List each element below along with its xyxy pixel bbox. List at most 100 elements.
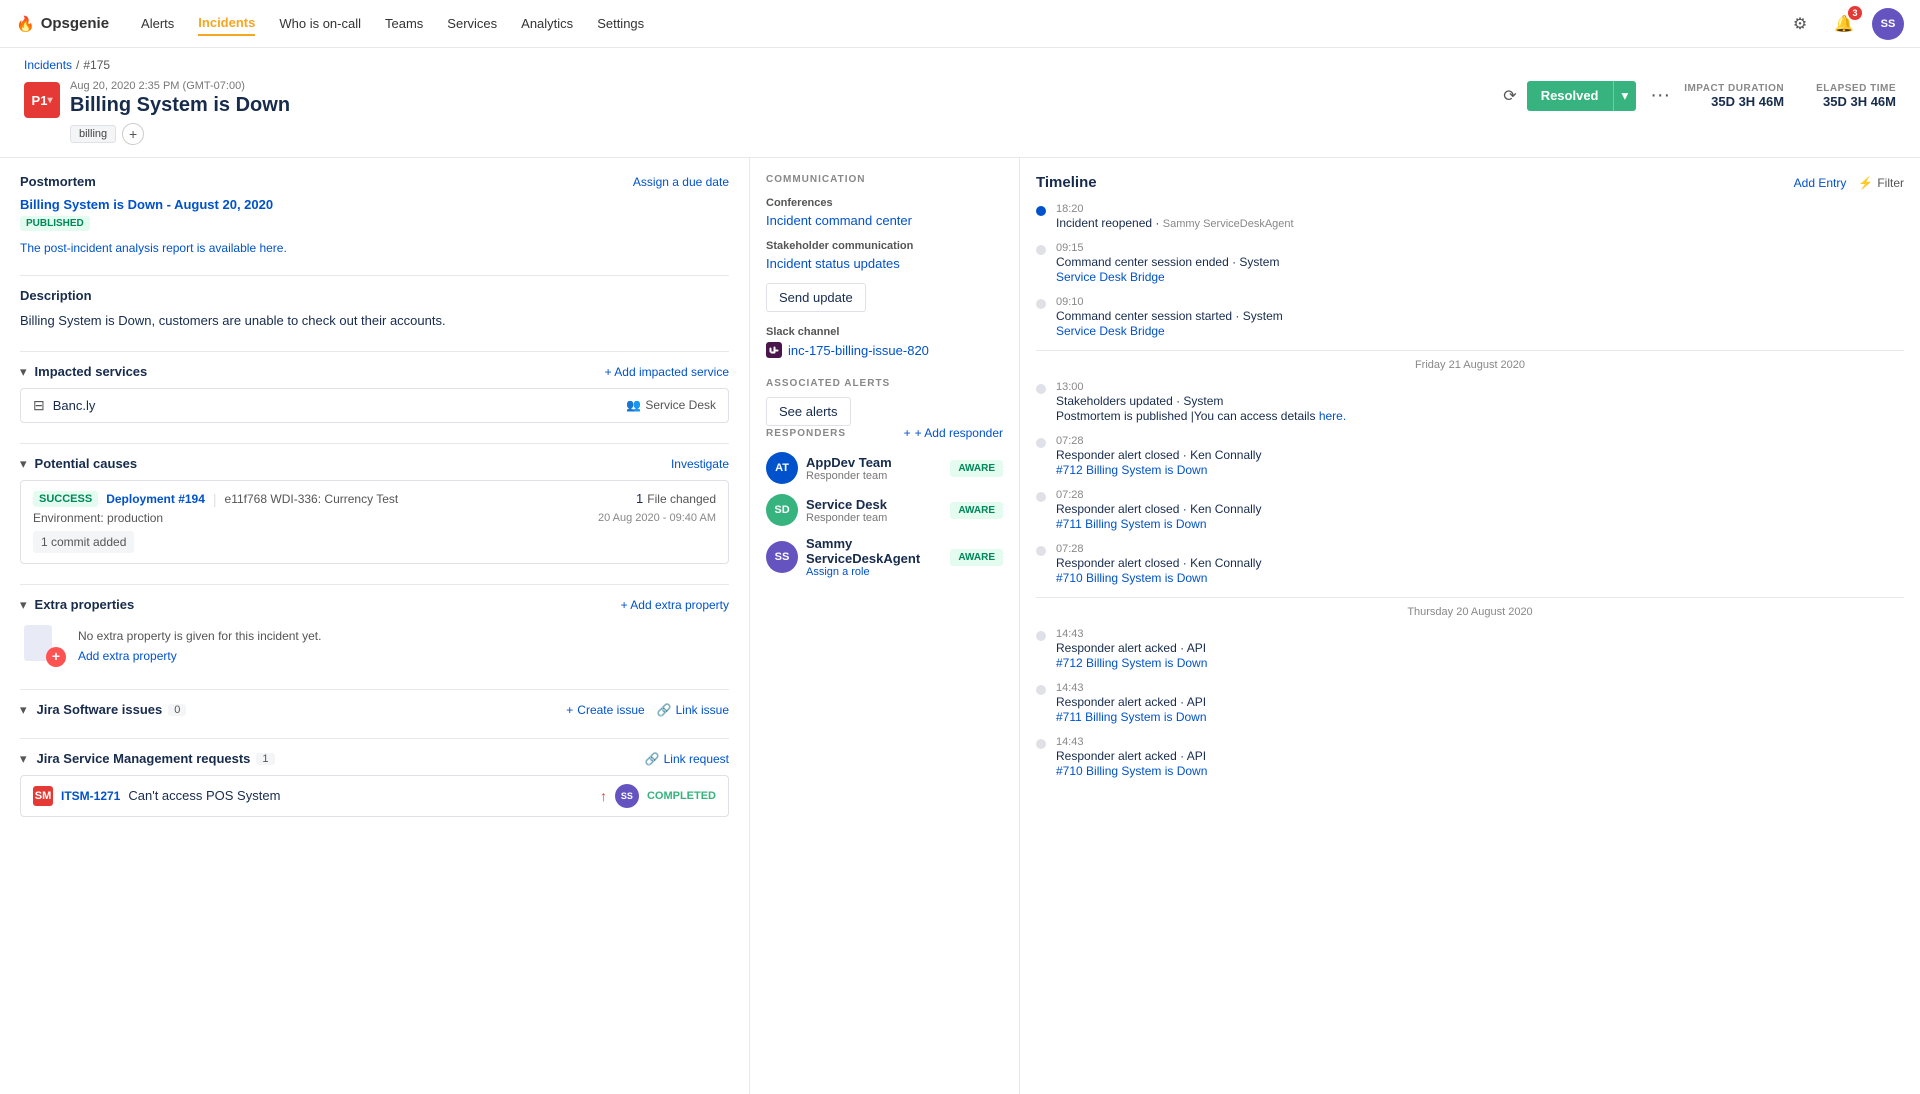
app-logo[interactable]: 🔥 Opsgenie [16,15,109,33]
responder-role-0: Responder team [806,470,892,482]
timeline-desc-8: Responder alert acked · API [1056,695,1904,709]
responder-name-1: Service Desk [806,497,887,512]
extra-prop-empty: + No extra property is given for this in… [20,621,729,669]
breadcrumb: Incidents / #175 [0,48,1920,76]
jira-mgmt-item: SM ITSM-1271 Can't access POS System ↑ S… [20,775,729,817]
date-divider-thu: Thursday 20 August 2020 [1036,597,1904,618]
responder-avatar-0: AT [766,452,798,484]
extra-properties-expand-icon[interactable]: ▾ [20,597,27,613]
jira-item-avatar: SS [615,784,639,808]
jira-mgmt-expand-icon[interactable]: ▾ [20,751,27,767]
resolved-button[interactable]: Resolved [1527,81,1613,111]
add-prop-link[interactable]: Add extra property [78,649,177,663]
filter-icon: ⚡ [1858,176,1873,190]
see-alerts-button[interactable]: See alerts [766,397,851,426]
cause-commit-hash: e11f768 [225,492,268,506]
priority-up-icon: ↑ [600,788,607,804]
timeline-desc-7: Responder alert acked · API [1056,641,1904,655]
add-impacted-service-link[interactable]: + Add impacted service [605,365,729,379]
postmortem-here-link[interactable]: here. [1319,409,1346,423]
cause-deployment-link[interactable]: Deployment #194 [106,492,205,506]
timeline-link-711[interactable]: #711 Billing System is Down [1056,517,1207,531]
create-issue-button[interactable]: + Create issue [566,703,644,717]
jira-expand-icon[interactable]: ▾ [20,702,27,718]
timeline-link-1[interactable]: Service Desk Bridge [1056,270,1165,284]
timeline-link-ack-710[interactable]: #710 Billing System is Down [1056,764,1207,778]
cause-desc: e11f768 WDI-336: Currency Test [225,492,399,506]
impacted-services-title: Impacted services [35,364,148,379]
incident-title: Billing System is Down [70,94,290,117]
assign-due-date-link[interactable]: Assign a due date [633,175,729,189]
extra-prop-text-block: No extra property is given for this inci… [78,621,321,663]
timeline-dot-9 [1036,739,1046,749]
potential-causes-expand-icon[interactable]: ▾ [20,456,27,472]
slack-channel-name: inc-175-billing-issue-820 [788,343,929,358]
divider-3 [20,443,729,444]
incident-command-center-link[interactable]: Incident command center [766,213,1003,228]
responder-name-0: AppDev Team [806,455,892,470]
potential-causes-section: ▾ Potential causes Investigate SUCCESS D… [20,456,729,564]
header-meta-row: IMPACT DURATION 35D 3H 46M ELAPSED TIME … [1684,83,1896,109]
completed-badge: COMPLETED [647,790,716,802]
investigate-link[interactable]: Investigate [671,457,729,471]
timeline-time-9: 14:43 [1056,736,1904,748]
send-update-button[interactable]: Send update [766,283,866,312]
nav-analytics[interactable]: Analytics [521,12,573,35]
timeline-link-712[interactable]: #712 Billing System is Down [1056,463,1207,477]
timeline-content-5: 07:28 Responder alert closed · Ken Conna… [1056,489,1904,531]
slack-channel[interactable]: inc-175-billing-issue-820 [766,342,1003,358]
service-desk: 👥 Service Desk [626,398,716,412]
timeline-desc-3: Stakeholders updated · System [1056,394,1904,408]
postmortem-note[interactable]: The post-incident analysis report is ava… [20,241,729,255]
breadcrumb-incidents[interactable]: Incidents [24,58,72,72]
priority-badge[interactable]: P1 ▾ [24,82,60,118]
postmortem-link[interactable]: Billing System is Down - August 20, 2020 [20,197,273,212]
add-extra-property-link[interactable]: + Add extra property [621,598,729,612]
add-entry-button[interactable]: Add Entry [1794,176,1847,190]
link-request-button[interactable]: 🔗 Link request [645,752,729,766]
postmortem-published-note: Postmortem is published |You can access … [1056,409,1904,423]
nav-services[interactable]: Services [447,12,497,35]
responder-avatar-2: SS [766,541,798,573]
add-tag-button[interactable]: + [122,123,144,145]
jira-item-id[interactable]: ITSM-1271 [61,789,120,803]
timeline-link-710[interactable]: #710 Billing System is Down [1056,571,1207,585]
notification-area: 🔔 3 [1828,8,1860,40]
timeline-content-8: 14:43 Responder alert acked · API #711 B… [1056,682,1904,724]
more-options-button[interactable]: ··· [1646,80,1674,111]
timeline-title: Timeline [1036,174,1097,191]
user-avatar[interactable]: SS [1872,8,1904,40]
timeline-link-ack-712[interactable]: #712 Billing System is Down [1056,656,1207,670]
nav-teams[interactable]: Teams [385,12,423,35]
timeline-content-6: 07:28 Responder alert closed · Ken Conna… [1056,543,1904,585]
logo-icon: 🔥 [16,15,35,33]
description-title: Description [20,288,92,303]
filter-button[interactable]: ⚡ Filter [1858,176,1904,190]
nav-settings[interactable]: Settings [597,12,644,35]
resolved-dropdown-button[interactable]: ▾ [1613,81,1637,111]
search-button[interactable]: ⚙ [1784,8,1816,40]
timeline-dot-7 [1036,631,1046,641]
timeline-content-4: 07:28 Responder alert closed · Ken Conna… [1056,435,1904,477]
nav-incidents[interactable]: Incidents [198,11,255,36]
incident-tag-billing[interactable]: billing [70,125,116,143]
refresh-icon[interactable]: ⟳ [1503,86,1516,106]
slack-icon [766,342,782,358]
nav-who-oncall[interactable]: Who is on-call [279,12,361,35]
nav-alerts[interactable]: Alerts [141,12,174,35]
postmortem-published-text: Postmortem is published |You can access … [1056,409,1319,423]
main-layout: Postmortem Assign a due date Billing Sys… [0,158,1920,1094]
jira-mgmt-count: 1 [256,753,274,765]
add-responder-button[interactable]: + + Add responder [904,426,1003,440]
impact-duration-value: 35D 3H 46M [1684,94,1784,109]
jira-item-title: Can't access POS System [128,788,280,803]
link-issue-button[interactable]: 🔗 Link issue [657,703,729,717]
impacted-services-expand-icon[interactable]: ▾ [20,364,27,380]
incident-status-updates-link[interactable]: Incident status updates [766,256,1003,271]
responder-info-2: SS Sammy ServiceDeskAgent Assign a role [766,536,950,578]
timeline-content-3: 13:00 Stakeholders updated · System Post… [1056,381,1904,423]
timeline-link-ack-711[interactable]: #711 Billing System is Down [1056,710,1207,724]
timeline-link-2[interactable]: Service Desk Bridge [1056,324,1165,338]
notification-badge: 3 [1848,6,1862,20]
timeline-actor-0: Sammy ServiceDeskAgent [1163,218,1294,230]
